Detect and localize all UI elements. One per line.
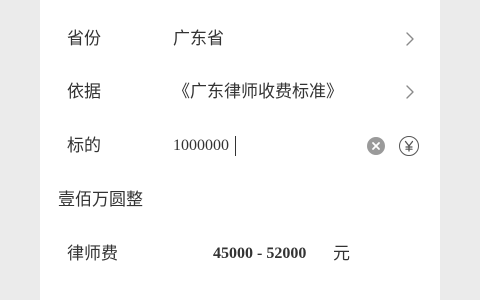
province-value: 广东省 xyxy=(173,29,224,49)
basis-label: 依据 xyxy=(67,82,101,102)
clear-icon[interactable] xyxy=(367,137,385,155)
fee-range: 45000 - 52000 xyxy=(213,245,307,262)
amount-row: 标的 xyxy=(40,120,440,172)
fee-label: 律师费 xyxy=(67,244,118,264)
basis-row[interactable]: 依据 《广东律师收费标准》 xyxy=(40,66,440,118)
calculator-card: 省份 广东省 依据 《广东律师收费标准》 标的 1000000 壹佰万圆整 律师… xyxy=(40,0,440,300)
fee-unit: 元 xyxy=(333,244,350,264)
amount-in-chinese: 壹佰万圆整 xyxy=(58,190,143,210)
text-caret xyxy=(235,136,236,156)
amount-input[interactable] xyxy=(173,133,373,159)
chevron-right-icon xyxy=(404,83,416,101)
amount-label: 标的 xyxy=(67,136,101,156)
yen-icon[interactable] xyxy=(399,136,419,156)
chevron-right-icon xyxy=(404,30,416,48)
basis-value: 《广东律师收费标准》 xyxy=(173,82,343,102)
province-label: 省份 xyxy=(67,29,101,49)
province-row[interactable]: 省份 广东省 xyxy=(40,13,440,65)
